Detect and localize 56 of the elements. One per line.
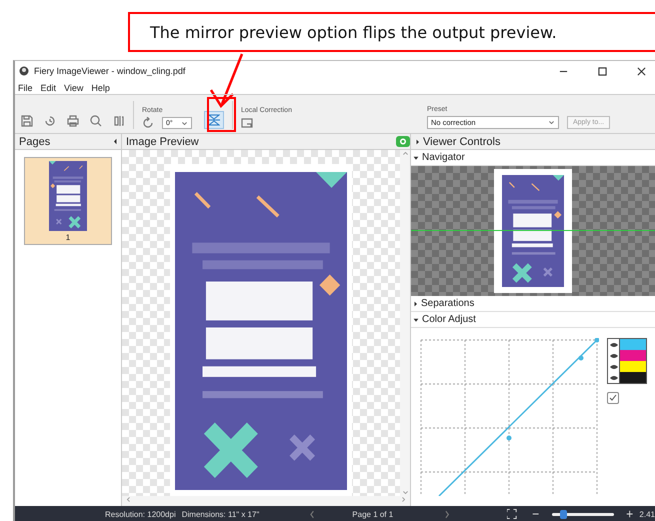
mirror-button[interactable] bbox=[204, 111, 224, 129]
zoom-slider-thumb[interactable] bbox=[560, 510, 567, 518]
page-indicator: Page 1 of 1 bbox=[352, 510, 394, 518]
fit-screen-icon[interactable] bbox=[507, 509, 517, 519]
resolution-text: Resolution: 1200dpi bbox=[105, 510, 176, 518]
next-page-icon[interactable] bbox=[443, 508, 452, 520]
panel-title: Image Preview bbox=[126, 136, 200, 148]
search-icon[interactable] bbox=[90, 115, 102, 127]
color-swatch[interactable] bbox=[620, 372, 646, 383]
panel-title: Pages bbox=[19, 136, 52, 148]
local-correction-icon[interactable] bbox=[241, 117, 253, 129]
menu-item[interactable]: File bbox=[18, 82, 33, 92]
mirror-icon bbox=[208, 114, 220, 126]
zoom-in-icon[interactable] bbox=[626, 510, 634, 518]
color-swatch[interactable] bbox=[620, 339, 646, 350]
callout-text: The mirror preview option flips the output preview. bbox=[150, 22, 557, 42]
caret-icon bbox=[181, 120, 188, 126]
menu-item[interactable]: View bbox=[64, 82, 84, 92]
expand-icon[interactable] bbox=[415, 138, 420, 144]
scroll-up-icon[interactable] bbox=[402, 150, 408, 157]
app-logo-icon bbox=[19, 66, 29, 76]
checkbox[interactable] bbox=[607, 392, 619, 404]
maximize-icon[interactable] bbox=[598, 66, 607, 76]
scroll-left-icon[interactable] bbox=[125, 496, 132, 503]
compare-icon[interactable] bbox=[113, 115, 125, 127]
vertical-scrollbar[interactable] bbox=[400, 150, 410, 496]
scroll-right-icon[interactable] bbox=[400, 496, 407, 503]
previous-page-icon[interactable] bbox=[308, 508, 316, 520]
section-header[interactable]: Navigator bbox=[422, 152, 465, 163]
page-thumbnail[interactable]: 1 bbox=[24, 157, 112, 245]
menu-item[interactable]: Help bbox=[91, 82, 110, 92]
horizontal-scrollbar[interactable] bbox=[122, 496, 410, 506]
color-swatch[interactable] bbox=[620, 350, 646, 361]
thumbnail-image bbox=[49, 160, 87, 230]
scroll-down-icon[interactable] bbox=[402, 489, 408, 496]
collapse-icon[interactable] bbox=[413, 154, 419, 160]
print-icon[interactable] bbox=[67, 115, 79, 127]
highlight-frame bbox=[207, 97, 236, 132]
close-icon[interactable] bbox=[637, 66, 646, 76]
history-icon[interactable] bbox=[44, 115, 56, 127]
panel-title: Viewer Controls bbox=[423, 136, 500, 148]
color-swatch[interactable] bbox=[620, 361, 646, 372]
menu-item[interactable]: Edit bbox=[40, 82, 56, 92]
rotate-icon[interactable] bbox=[142, 117, 154, 129]
section-header[interactable]: Separations bbox=[421, 298, 474, 309]
dimensions-text: Dimensions: 11" x 17" bbox=[182, 510, 260, 518]
zoom-value: 2.41 bbox=[639, 510, 655, 518]
eye-icon[interactable] bbox=[608, 339, 620, 350]
eye-icon[interactable] bbox=[608, 372, 620, 383]
caret-icon bbox=[548, 119, 555, 126]
section-header[interactable]: Color Adjust bbox=[422, 314, 476, 325]
save-icon[interactable] bbox=[21, 115, 33, 127]
collapse-icon[interactable] bbox=[113, 138, 118, 145]
expand-icon[interactable] bbox=[413, 300, 418, 306]
window-title: Fiery ImageViewer - window_cling.pdf bbox=[34, 66, 186, 76]
collapse-icon[interactable] bbox=[413, 316, 419, 322]
